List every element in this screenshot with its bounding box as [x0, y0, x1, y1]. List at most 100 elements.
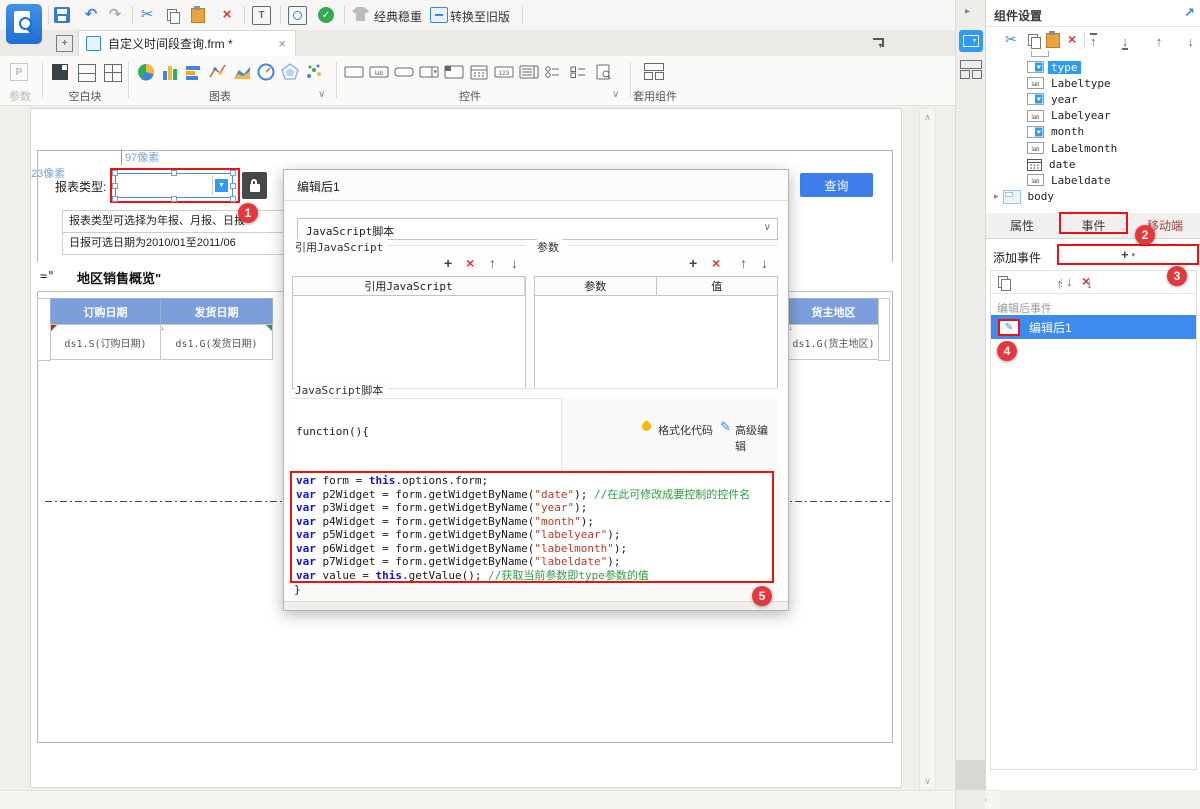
validate-check-icon[interactable]: ✓: [318, 7, 334, 23]
undo-icon[interactable]: ↶: [82, 5, 100, 23]
reuse-component-icon[interactable]: [644, 63, 664, 80]
cut-icon[interactable]: ✂: [138, 5, 156, 23]
tree-item-year[interactable]: year: [986, 91, 1199, 107]
calendar-widget-icon[interactable]: [469, 64, 489, 80]
refjs-list[interactable]: 引用JavaScript: [292, 276, 526, 389]
table-cell-region[interactable]: ds1.G(货主地区): [788, 324, 879, 360]
query-widget-icon[interactable]: [594, 64, 614, 80]
format-code-icon[interactable]: [640, 420, 653, 433]
table-header-order-date[interactable]: 订购日期: [50, 298, 161, 325]
canvas-vertical-scrollbar[interactable]: ∧ ∨: [919, 108, 936, 790]
bar-chart-icon[interactable]: [184, 63, 204, 81]
event-item-row[interactable]: ✎ 编辑后1: [991, 315, 1196, 339]
window-dock-icon[interactable]: ▾: [870, 34, 886, 50]
event-type-select[interactable]: JavaScript脚本 ∨: [297, 218, 778, 240]
param-delete-icon[interactable]: ×: [712, 256, 720, 270]
collapse-panel-icon[interactable]: ▸: [965, 7, 970, 17]
table-header-region[interactable]: 货主地区: [788, 298, 879, 325]
scatter-chart-icon[interactable]: [304, 63, 324, 81]
radar-chart-icon[interactable]: [280, 63, 300, 81]
edit-event-pencil-button[interactable]: ✎: [998, 318, 1020, 336]
tab-custom-time-query[interactable]: 自定义时间段查询.frm * ×: [78, 30, 296, 56]
parameter-pane-icon[interactable]: P: [10, 63, 28, 81]
save-icon[interactable]: [54, 7, 70, 23]
tab-properties[interactable]: 属性: [986, 213, 1058, 239]
number-widget-icon[interactable]: 123: [494, 64, 514, 80]
dialog-titlebar[interactable]: 编辑后1: [284, 170, 788, 201]
tab-close-icon[interactable]: ×: [278, 36, 286, 51]
split-block-icon[interactable]: [78, 64, 96, 82]
datepane-widget-icon[interactable]: [444, 64, 464, 80]
refjs-add-icon[interactable]: +: [444, 256, 452, 270]
canvas-horizontal-scrollbar[interactable]: ›: [0, 790, 1000, 809]
table-narrow-cell[interactable]: [878, 298, 890, 361]
classic-theme-icon[interactable]: [352, 7, 369, 21]
tree-item-Labeltype[interactable]: lab Labeltype: [986, 75, 1199, 91]
convert-legacy-label[interactable]: 转换至旧版: [450, 8, 510, 25]
tree-item-body[interactable]: ▸ body: [986, 189, 1199, 205]
js-code-block[interactable]: var form = this.options.form; var p2Widge…: [290, 471, 774, 583]
button-widget-icon[interactable]: [394, 64, 414, 80]
textfield-widget-icon[interactable]: [344, 64, 364, 80]
lock-button[interactable]: [242, 172, 267, 199]
advanced-edit-icon[interactable]: ✎: [720, 420, 731, 433]
tree-item-Labeldate[interactable]: lab Labeldate: [986, 172, 1199, 188]
table-cell-order-date[interactable]: ds1.S(订购日期): [50, 324, 161, 360]
tree-item-Labelmonth[interactable]: lab Labelmonth: [986, 140, 1199, 156]
refjs-movedown-icon[interactable]: ↓: [511, 256, 518, 270]
area-chart-icon[interactable]: [232, 63, 252, 81]
refjs-moveup-icon[interactable]: ↑: [489, 256, 496, 270]
scroll-up-icon[interactable]: ∧: [920, 109, 935, 125]
pie-chart-icon[interactable]: [136, 63, 156, 81]
param-movedown-icon[interactable]: ↓: [761, 256, 768, 270]
table-cell-ship-date[interactable]: ds1.G(发货日期): [160, 324, 273, 360]
param-list[interactable]: 参数 值: [534, 276, 778, 389]
preview-icon[interactable]: [288, 6, 307, 25]
combobox-widget-icon[interactable]: [419, 64, 439, 80]
paste-icon[interactable]: [190, 5, 206, 23]
chart-group-chevron-icon[interactable]: ∨: [318, 90, 325, 100]
tree-item-date[interactable]: date: [986, 156, 1199, 172]
radio-widget-icon[interactable]: [544, 64, 564, 80]
text-format-icon[interactable]: T: [252, 6, 271, 25]
new-tab-icon[interactable]: +: [56, 35, 73, 52]
grid-block-icon[interactable]: [104, 64, 122, 82]
convert-legacy-icon[interactable]: [430, 7, 448, 23]
column-chart-icon[interactable]: [160, 63, 180, 81]
table-margin-cell[interactable]: [37, 298, 51, 361]
event-copy-icon[interactable]: [996, 275, 1011, 291]
control-group-chevron-icon[interactable]: ∨: [612, 90, 619, 100]
advanced-edit-button[interactable]: 高级编辑: [735, 422, 778, 454]
scroll-down-icon[interactable]: ∨: [920, 773, 935, 789]
tree-item-Labelyear[interactable]: lab Labelyear: [986, 108, 1199, 124]
tree-item-type[interactable]: type: [986, 59, 1199, 75]
gauge-chart-icon[interactable]: [256, 63, 276, 81]
classic-theme-label[interactable]: 经典稳重: [374, 8, 422, 25]
blank-block-icon[interactable]: [52, 64, 68, 80]
list-widget-icon[interactable]: [519, 64, 539, 80]
js-editor-pane[interactable]: function(){: [292, 398, 562, 471]
refjs-column-header: 引用JavaScript: [293, 277, 525, 295]
checkbox-widget-icon[interactable]: [569, 64, 589, 80]
line-chart-icon[interactable]: [208, 63, 228, 81]
param-add-icon[interactable]: +: [689, 256, 697, 270]
copy-icon[interactable]: [164, 7, 180, 24]
expand-caret-icon[interactable]: ▸: [994, 191, 999, 202]
event-delete-icon[interactable]: ×: [1082, 274, 1090, 288]
refjs-delete-icon[interactable]: ×: [466, 256, 474, 270]
table-header-ship-date[interactable]: 发货日期: [160, 298, 273, 325]
event-sort-icon[interactable]: ⋮↓: [1057, 275, 1073, 289]
layout-strip-icon[interactable]: [960, 60, 982, 79]
tree-item-month[interactable]: month: [986, 124, 1199, 140]
type-dropdown[interactable]: ▼: [115, 173, 233, 198]
query-button[interactable]: 查询: [800, 173, 873, 197]
redo-icon[interactable]: ↷: [106, 5, 124, 23]
app-menu-button[interactable]: [6, 4, 42, 44]
add-event-button[interactable]: + ▾: [1057, 244, 1199, 265]
widget-settings-strip-icon[interactable]: ▼: [959, 30, 983, 52]
label-widget-icon[interactable]: lab: [369, 64, 389, 80]
param-moveup-icon[interactable]: ↑: [740, 256, 747, 270]
delete-icon[interactable]: ×: [218, 5, 236, 23]
type-dropdown-button[interactable]: ▼: [212, 176, 230, 195]
format-code-button[interactable]: 格式化代码: [658, 422, 713, 438]
